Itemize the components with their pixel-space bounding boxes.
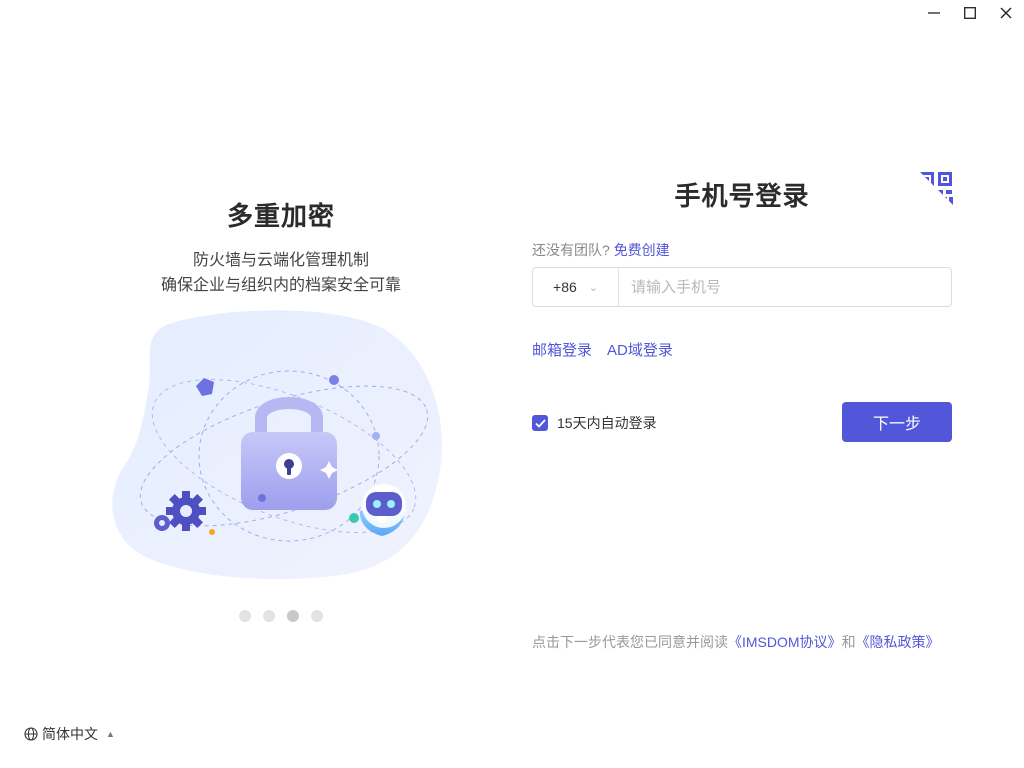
minimize-icon: [928, 12, 940, 14]
auto-login-option: 15天内自动登录: [532, 413, 657, 433]
no-team-prompt: 还没有团队? 免费创建: [532, 240, 670, 260]
country-code-select[interactable]: +86 ⌄: [533, 268, 619, 306]
carousel-pagination: [0, 610, 562, 622]
no-team-text: 还没有团队?: [532, 242, 610, 258]
maximize-button[interactable]: [952, 0, 988, 26]
padlock-robot-illustration: [112, 310, 442, 580]
maximize-icon: [964, 7, 976, 19]
carousel-subtitle-line1: 防火墙与云端化管理机制: [192, 252, 369, 269]
close-icon: [1000, 7, 1012, 19]
auto-login-label: 15天内自动登录: [557, 415, 657, 431]
carousel-dot-active[interactable]: [287, 610, 299, 622]
caret-up-icon: ▲: [106, 729, 115, 739]
agreement-and: 和: [841, 634, 856, 650]
country-code-value: +86: [553, 279, 577, 295]
agreement-notice: 点击下一步代表您已同意并阅读《IMSDOM协议》和《隐私政策》: [532, 632, 940, 652]
ad-login-link[interactable]: AD域登录: [607, 339, 673, 360]
phone-field: +86 ⌄: [532, 267, 952, 307]
carousel-dot[interactable]: [263, 610, 275, 622]
feature-carousel: 多重加密 防火墙与云端化管理机制 确保企业与组织内的档案安全可靠 简体中文 ▲: [0, 0, 562, 768]
login-title: 手机号登录: [674, 181, 810, 211]
next-button[interactable]: 下一步: [842, 402, 952, 442]
agreement-prefix: 点击下一步代表您已同意并阅读: [532, 634, 728, 650]
check-icon: [534, 418, 546, 428]
minimize-button[interactable]: [916, 0, 952, 26]
carousel-subtitle: 防火墙与云端化管理机制 确保企业与组织内的档案安全可靠: [0, 248, 562, 298]
language-selector[interactable]: 简体中文 ▲: [24, 724, 115, 744]
carousel-dot[interactable]: [311, 610, 323, 622]
privacy-policy-link[interactable]: 《隐私政策》: [856, 634, 940, 650]
chevron-down-icon: ⌄: [588, 281, 598, 294]
language-label: 简体中文: [42, 726, 98, 742]
auto-login-checkbox[interactable]: [532, 415, 548, 431]
carousel-subtitle-line2: 确保企业与组织内的档案安全可靠: [160, 277, 401, 294]
close-button[interactable]: [988, 0, 1024, 26]
carousel-dot[interactable]: [239, 610, 251, 622]
email-login-link[interactable]: 邮箱登录: [532, 339, 592, 360]
create-team-link[interactable]: 免费创建: [614, 242, 670, 258]
window-controls: [916, 0, 1024, 28]
phone-input[interactable]: [619, 269, 951, 305]
carousel-title: 多重加密: [226, 201, 335, 231]
service-agreement-link[interactable]: 《IMSDOM协议》: [728, 634, 842, 650]
alternate-login-options: 邮箱登录 AD域登录: [532, 339, 673, 360]
globe-icon: [24, 727, 38, 741]
